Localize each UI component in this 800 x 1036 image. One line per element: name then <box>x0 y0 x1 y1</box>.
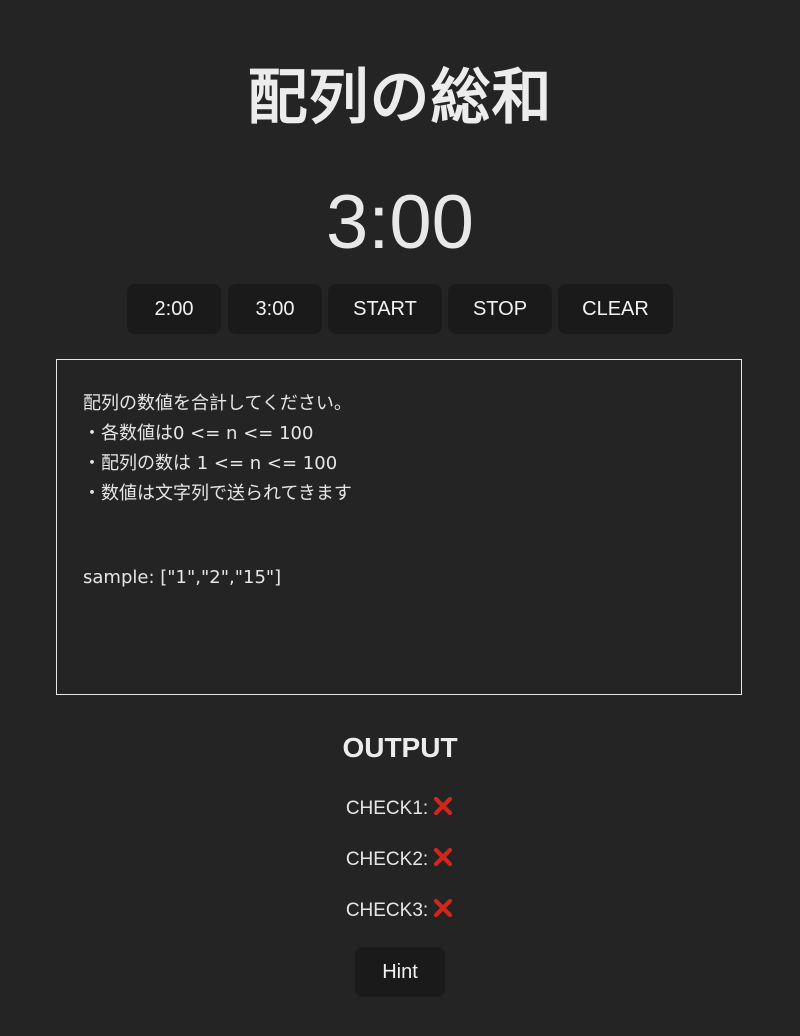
preset-2min-button[interactable]: 2:00 <box>127 284 221 334</box>
cross-icon <box>434 898 453 918</box>
clear-button[interactable]: CLEAR <box>558 284 673 334</box>
problem-line: ・数値は文字列で送られてきます <box>83 483 352 504</box>
check-result-3: CHECK3: <box>0 897 800 925</box>
cross-icon <box>434 796 453 816</box>
timer-controls: 2:00 3:00 START STOP CLEAR <box>0 284 800 334</box>
page-title: 配列の総和 <box>247 63 553 133</box>
check-label: CHECK1: <box>345 798 429 819</box>
timer-display: 3:00 <box>326 180 474 265</box>
problem-line: ・配列の数は 1 <= n <= 100 <box>83 453 338 474</box>
cross-icon <box>434 847 453 867</box>
output-heading: OUTPUT <box>342 732 458 763</box>
problem-line: ・各数値は0 <= n <= 100 <box>83 423 314 444</box>
check-label: CHECK2: <box>345 849 429 870</box>
check-result-2: CHECK2: <box>0 846 800 874</box>
problem-statement: 配列の数値を合計してください。 ・各数値は0 <= n <= 100 ・配列の数… <box>56 359 742 695</box>
preset-3min-button[interactable]: 3:00 <box>228 284 322 334</box>
stop-button[interactable]: STOP <box>448 284 552 334</box>
check-label: CHECK3: <box>345 900 429 921</box>
check-result-1: CHECK1: <box>0 795 800 823</box>
problem-sample: sample: ["1","2","15"] <box>83 567 282 588</box>
hint-button[interactable]: Hint <box>355 947 445 997</box>
start-button[interactable]: START <box>328 284 442 334</box>
problem-line: 配列の数値を合計してください。 <box>83 393 352 414</box>
